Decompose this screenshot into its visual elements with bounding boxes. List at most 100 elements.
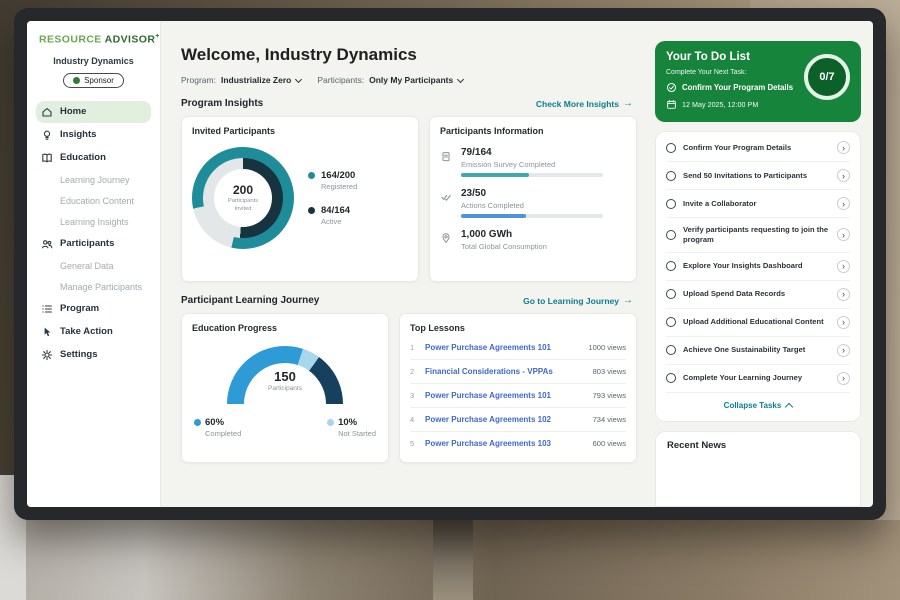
lesson-link[interactable]: Financial Considerations - VPPAs [425, 367, 586, 376]
sidebar-item-general-data[interactable]: General Data [36, 256, 151, 276]
task-checkbox[interactable] [666, 261, 676, 271]
program-select-value: Industrialize Zero [221, 75, 291, 85]
lesson-views: 600 views [593, 439, 626, 448]
lesson-link[interactable]: Power Purchase Agreements 103 [425, 439, 586, 448]
recent-news-card: Recent News [655, 431, 861, 507]
todo-task-row[interactable]: Upload Additional Educational Content › [666, 309, 850, 337]
task-label: Confirm Your Program Details [683, 143, 830, 153]
lesson-row: 3 Power Purchase Agreements 101 793 view… [410, 384, 626, 408]
task-label: Verify participants requesting to join t… [683, 225, 830, 245]
chevron-right-icon[interactable]: › [837, 316, 850, 329]
sidebar-item-settings[interactable]: Settings [36, 344, 151, 366]
gauge-center-value: 150 [227, 369, 343, 384]
todo-task-row[interactable]: Confirm Your Program Details › [666, 134, 850, 162]
sidebar-item-manage-participants[interactable]: Manage Participants [36, 277, 151, 297]
section-title: Program Insights [181, 98, 263, 109]
chevron-right-icon[interactable]: › [837, 197, 850, 210]
info-label: Actions Completed [461, 201, 603, 210]
card-title: Education Progress [192, 323, 378, 333]
chevron-right-icon[interactable]: › [837, 372, 850, 385]
gear-icon [41, 349, 53, 361]
task-checkbox[interactable] [666, 171, 676, 181]
sidebar-item-learning-journey[interactable]: Learning Journey [36, 170, 151, 190]
progress-fill [461, 173, 529, 177]
todo-task-row[interactable]: Explore Your Insights Dashboard › [666, 253, 850, 281]
todo-summary-card: Your To Do List Complete Your Next Task:… [655, 41, 861, 122]
lesson-link[interactable]: Power Purchase Agreements 101 [425, 343, 581, 352]
sidebar-item-label: Learning Insights [60, 217, 129, 227]
program-insights-cards: Invited Participants 200 Participants In… [181, 116, 637, 282]
legend-item-registered: 164/200 Registered [308, 170, 357, 191]
chevron-right-icon[interactable]: › [837, 288, 850, 301]
sidebar-item-label: Take Action [60, 326, 113, 337]
education-progress-card: Education Progress 150 Participants [181, 313, 389, 463]
brand-part2: ADVISOR [105, 34, 156, 46]
filters-row: Program: Industrialize Zero Participants… [181, 75, 637, 85]
collapse-tasks-link[interactable]: Collapse Tasks [666, 393, 850, 419]
task-label: Achieve One Sustainability Target [683, 345, 830, 355]
program-filter-label: Program: [181, 75, 216, 85]
todo-task-row[interactable]: Verify participants requesting to join t… [666, 218, 850, 253]
chevron-right-icon[interactable]: › [837, 141, 850, 154]
program-select[interactable]: Industrialize Zero [221, 75, 301, 85]
sidebar-item-education[interactable]: Education [36, 147, 151, 169]
sidebar-item-label: General Data [60, 261, 114, 271]
card-title: Invited Participants [192, 126, 408, 136]
sidebar-item-take-action[interactable]: Take Action [36, 321, 151, 343]
chevron-right-icon[interactable]: › [837, 344, 850, 357]
sidebar-item-learning-insights[interactable]: Learning Insights [36, 212, 151, 232]
survey-progress-bar [461, 173, 603, 177]
todo-task-row[interactable]: Invite a Collaborator › [666, 190, 850, 218]
sponsor-icon [73, 77, 80, 84]
todo-task-row[interactable]: Send 50 Invitations to Participants › [666, 162, 850, 190]
lesson-link[interactable]: Power Purchase Agreements 102 [425, 415, 586, 424]
go-to-learning-journey-link[interactable]: Go to Learning Journey → [523, 296, 633, 306]
chevron-right-icon[interactable]: › [837, 260, 850, 273]
task-checkbox[interactable] [666, 317, 676, 327]
task-checkbox[interactable] [666, 373, 676, 383]
lesson-link[interactable]: Power Purchase Agreements 101 [425, 391, 586, 400]
sidebar-item-label: Program [60, 303, 99, 314]
sidebar-item-participants[interactable]: Participants [36, 233, 151, 255]
lesson-views: 734 views [593, 415, 626, 424]
sidebar-item-label: Participants [60, 238, 114, 249]
legend-dot [308, 207, 315, 214]
legend-dot [194, 419, 201, 426]
task-checkbox[interactable] [666, 143, 676, 153]
sidebar-item-program[interactable]: Program [36, 298, 151, 320]
chevron-right-icon[interactable]: › [837, 169, 850, 182]
todo-next-task-label: Confirm Your Program Details [682, 83, 793, 92]
todo-task-row[interactable]: Upload Spend Data Records › [666, 281, 850, 309]
insights-icon [41, 129, 53, 141]
lesson-rank: 2 [410, 367, 418, 376]
sidebar-item-insights[interactable]: Insights [36, 124, 151, 146]
education-progress-gauge: 150 Participants [227, 346, 343, 404]
check-more-insights-link[interactable]: Check More Insights → [536, 99, 633, 109]
lesson-views: 803 views [593, 367, 626, 376]
sidebar-item-education-content[interactable]: Education Content [36, 191, 151, 211]
right-panel: Your To Do List Complete Your Next Task:… [647, 21, 873, 507]
scene-background: RESOURCE ADVISOR+ Industry Dynamics Spon… [0, 0, 900, 600]
lesson-views: 793 views [593, 391, 626, 400]
donut-center-value: 200 [233, 183, 253, 197]
task-checkbox[interactable] [666, 199, 676, 209]
lesson-rank: 4 [410, 415, 418, 424]
todo-progress-ring: 0/7 [804, 54, 850, 100]
lesson-row: 5 Power Purchase Agreements 103 600 view… [410, 432, 626, 455]
task-checkbox[interactable] [666, 289, 676, 299]
donut-center: 200 Participants Invited [214, 169, 272, 227]
chevron-right-icon[interactable]: › [837, 228, 850, 241]
card-title: Top Lessons [410, 323, 626, 333]
task-checkbox[interactable] [666, 345, 676, 355]
todo-task-row[interactable]: Achieve One Sustainability Target › [666, 337, 850, 365]
task-checkbox[interactable] [666, 230, 676, 240]
program-icon [41, 303, 53, 315]
info-row-survey: 79/164 Emission Survey Completed [440, 147, 626, 177]
legend-label: Registered [321, 182, 357, 191]
participants-information-card: Participants Information 79/164 Emission… [429, 116, 637, 282]
sidebar-item-home[interactable]: Home [36, 101, 151, 123]
info-row-actions: 23/50 Actions Completed [440, 188, 626, 218]
todo-task-row[interactable]: Complete Your Learning Journey › [666, 365, 850, 393]
todo-due-label: 12 May 2025, 12:00 PM [682, 100, 758, 109]
participants-select[interactable]: Only My Participants [369, 75, 463, 85]
